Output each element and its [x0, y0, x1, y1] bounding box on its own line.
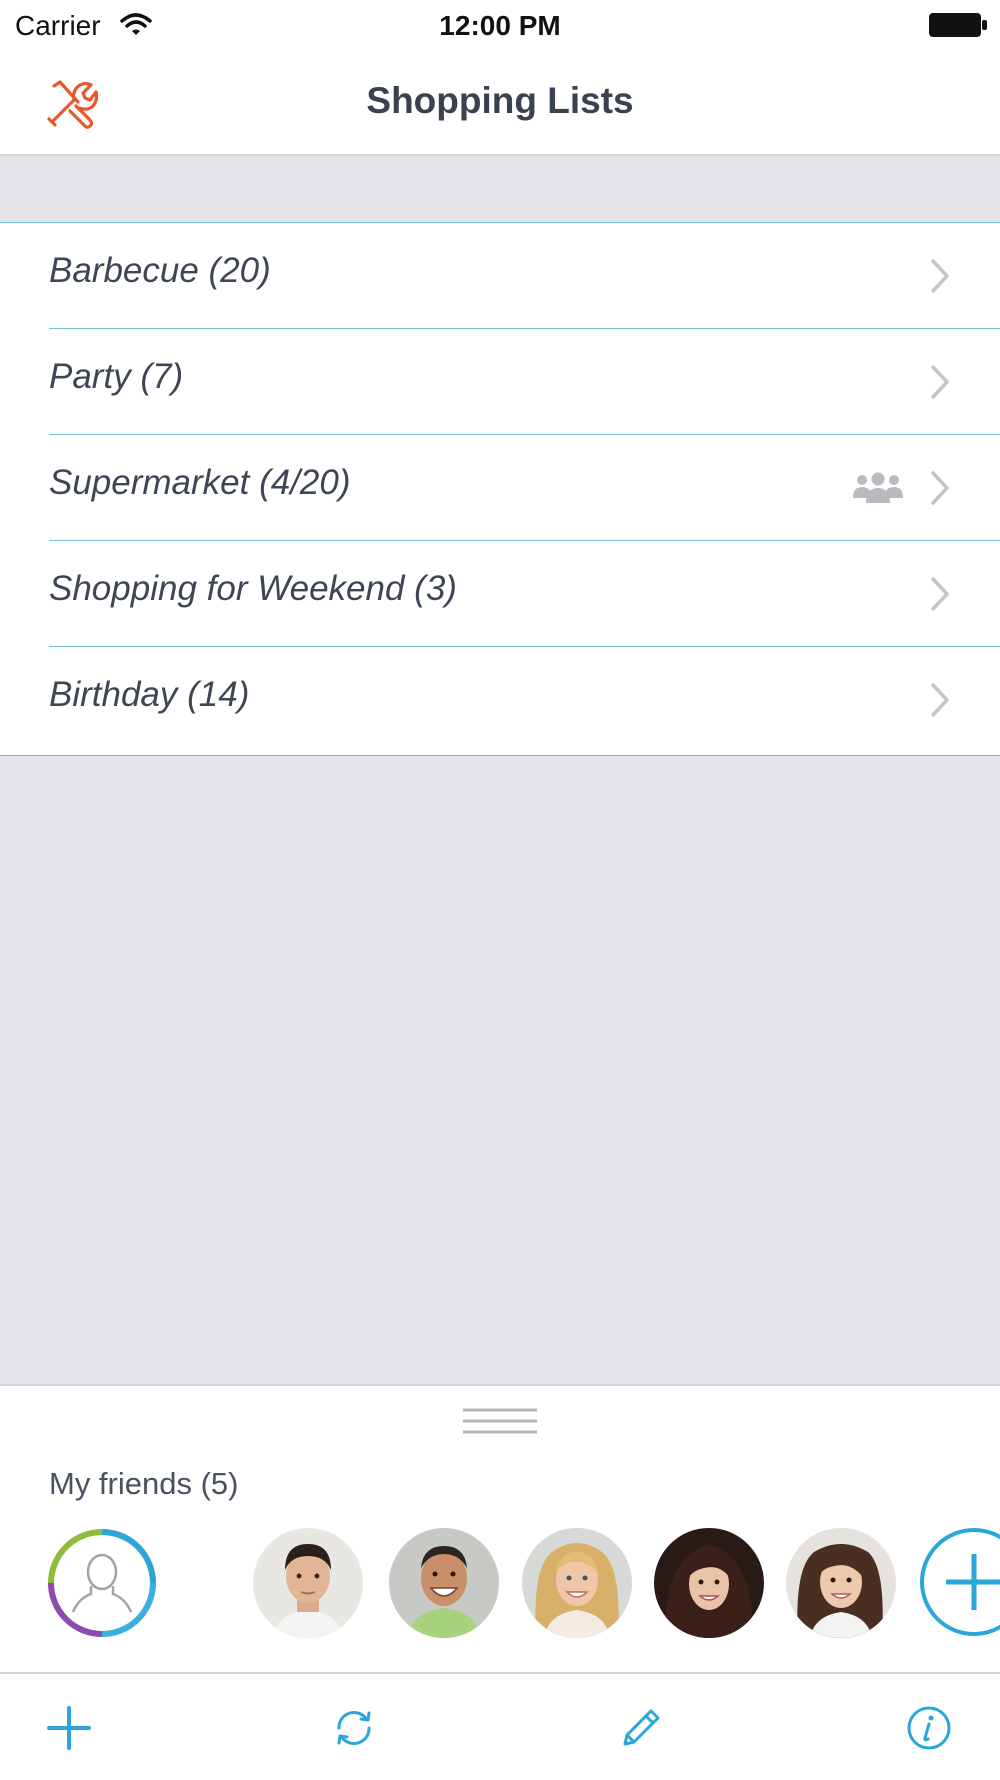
bottom-toolbar	[0, 1672, 1000, 1780]
friend-avatar[interactable]	[522, 1528, 632, 1638]
friends-title: My friends (5)	[49, 1466, 239, 1501]
chevron-right-icon	[931, 259, 949, 293]
shared-group-icon	[853, 472, 903, 503]
plus-icon[interactable]	[45, 1704, 93, 1752]
add-friend-button[interactable]	[918, 1526, 1000, 1638]
shopping-list-table: Barbecue (20) Party (7) Supermarket (4/2…	[0, 222, 1000, 756]
friend-avatar[interactable]	[654, 1528, 764, 1638]
friend-avatar[interactable]	[253, 1528, 363, 1638]
pencil-icon[interactable]	[617, 1704, 665, 1752]
list-item-label: Barbecue (20)	[49, 251, 271, 290]
chevron-right-icon	[931, 683, 949, 717]
list-item[interactable]: Shopping for Weekend (3)	[0, 541, 1000, 647]
friend-avatar[interactable]	[389, 1528, 499, 1638]
status-bar: Carrier 12:00 PM	[0, 0, 1000, 50]
drag-handle-icon[interactable]	[463, 1405, 537, 1437]
list-item[interactable]: Supermarket (4/20)	[0, 435, 1000, 541]
my-profile-avatar[interactable]	[47, 1528, 157, 1638]
list-item[interactable]: Birthday (14)	[0, 647, 1000, 753]
refresh-icon[interactable]	[330, 1704, 378, 1752]
friend-avatar[interactable]	[786, 1528, 896, 1638]
list-item-label: Shopping for Weekend (3)	[49, 569, 457, 608]
friends-panel: My friends (5)	[0, 1456, 1000, 1672]
list-item[interactable]: Barbecue (20)	[0, 223, 1000, 329]
list-item-label: Party (7)	[49, 357, 184, 396]
list-item-label: Birthday (14)	[49, 675, 250, 714]
drawer-handle-bar[interactable]	[0, 1384, 1000, 1458]
chevron-right-icon	[931, 577, 949, 611]
navigation-bar: Shopping Lists	[0, 50, 1000, 156]
list-item-label: Supermarket (4/20)	[49, 463, 351, 502]
battery-icon	[929, 13, 987, 37]
chevron-right-icon	[931, 365, 949, 399]
clock-time: 12:00 PM	[439, 10, 561, 41]
list-item[interactable]: Party (7)	[0, 329, 1000, 435]
chevron-right-icon	[931, 471, 949, 505]
info-icon[interactable]	[905, 1704, 953, 1752]
page-title: Shopping Lists	[366, 80, 634, 121]
